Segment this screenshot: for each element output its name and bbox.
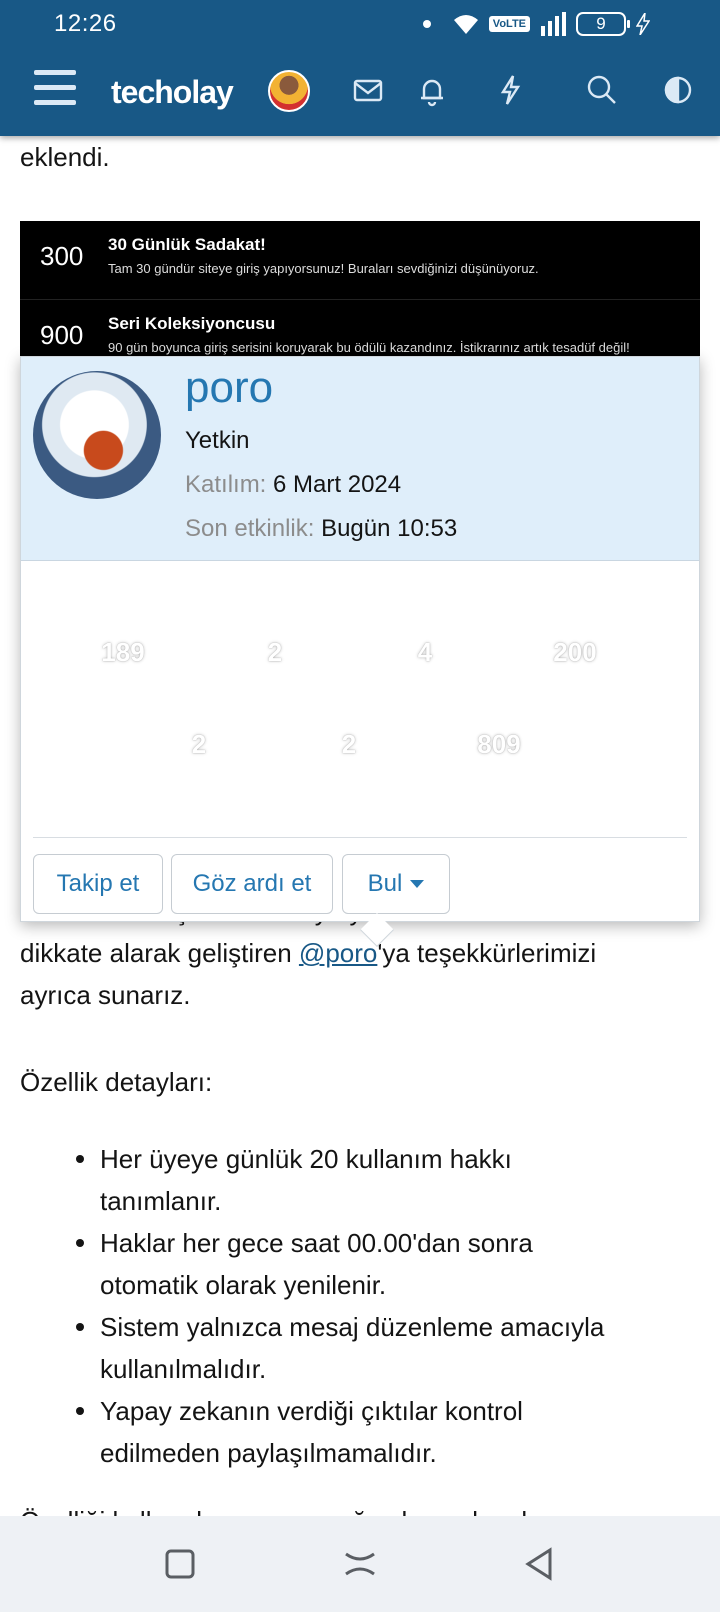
stat-value: 2 <box>341 729 357 759</box>
stat-value: 4 <box>417 637 433 667</box>
site-logo[interactable]: techolay <box>111 74 234 111</box>
stat-value: 809 <box>477 729 521 759</box>
features-list: Her üyeye günlük 20 kullanım hakkı tanıml… <box>20 1138 700 1474</box>
site-header: techolay <box>0 48 720 136</box>
stat-value: 2 <box>191 729 207 759</box>
profile-popup: poro Yetkin Katılım: 6 Mart 2024 Son etk… <box>20 356 700 922</box>
user-mention-link[interactable]: @poro <box>299 938 377 968</box>
profile-joined: Katılım: 6 Mart 2024 <box>185 471 402 498</box>
award-title: Seri Koleksiyoncusu <box>108 314 276 333</box>
system-nav-bar <box>0 1516 720 1612</box>
award-title: 30 Günlük Sadakat! <box>108 235 266 254</box>
profile-rank: Yetkin <box>185 427 250 454</box>
mail-icon[interactable] <box>350 72 386 108</box>
article-top-text: eklendi. <box>20 142 110 172</box>
top-bar: 12:26 VoLTE 9 techolay <box>0 0 720 136</box>
paragraph-line: dikkate alarak geliştiren @poro'ya teşek… <box>20 938 597 968</box>
status-bar: 12:26 VoLTE 9 <box>0 0 720 48</box>
bell-icon[interactable] <box>414 72 450 108</box>
award-points: 300 <box>40 241 84 271</box>
stat-value: 2 <box>267 637 283 667</box>
home-icon[interactable] <box>338 1542 382 1586</box>
list-item: Her üyeye günlük 20 kullanım hakkı tanıml… <box>20 1138 700 1222</box>
status-time: 12:26 <box>54 10 117 37</box>
profile-last-seen: Son etkinlik: Bugün 10:53 <box>185 515 458 542</box>
search-icon[interactable] <box>584 72 620 108</box>
profile-stats: 189 2 4 200 2 2 809 <box>21 561 699 835</box>
follow-button[interactable]: Takip et <box>33 854 163 914</box>
award-points: 900 <box>40 320 84 350</box>
features-heading: Özellik detayları: <box>20 1067 213 1097</box>
back-icon[interactable] <box>518 1542 562 1586</box>
stat-value: 200 <box>553 637 597 667</box>
menu-icon[interactable] <box>34 70 76 106</box>
award-description: 90 gün boyunca giriş serisini koruyarak … <box>108 340 630 355</box>
list-item: Haklar her gece saat 00.00'dan sonra otom… <box>20 1222 700 1306</box>
profile-username[interactable]: poro <box>185 363 273 413</box>
award-description: Tam 30 gündür siteye giriş yapıyorsunuz!… <box>108 261 539 276</box>
list-item: Sistem yalnızca mesaj düzenleme amacıyla… <box>20 1306 700 1390</box>
volte-badge: VoLTE <box>488 16 530 32</box>
find-button[interactable]: Bul <box>342 854 450 914</box>
profile-avatar[interactable] <box>33 371 161 499</box>
notification-dot-icon <box>422 20 431 28</box>
paragraph-line: ayrıca sunarız. <box>20 980 191 1010</box>
theme-icon[interactable] <box>660 72 696 108</box>
recent-apps-icon[interactable] <box>158 1542 202 1586</box>
charging-icon <box>636 13 650 35</box>
battery-icon: 9 <box>576 12 630 36</box>
signal-icon <box>541 12 566 36</box>
list-item: Yapay zekanın verdiği çıktılar kontrol ed… <box>20 1390 700 1474</box>
bolt-icon[interactable] <box>492 72 528 108</box>
user-avatar[interactable] <box>268 70 310 112</box>
stat-value: 189 <box>101 637 145 667</box>
profile-header: poro Yetkin Katılım: 6 Mart 2024 Son etk… <box>21 357 699 561</box>
ignore-button[interactable]: Göz ardı et <box>171 854 333 914</box>
status-icons: VoLTE 9 <box>422 10 650 38</box>
award-row: 300 30 Günlük Sadakat! Tam 30 gündür sit… <box>20 221 700 300</box>
divider <box>33 837 687 838</box>
wifi-icon <box>453 15 478 34</box>
caret-down-icon <box>410 880 425 888</box>
